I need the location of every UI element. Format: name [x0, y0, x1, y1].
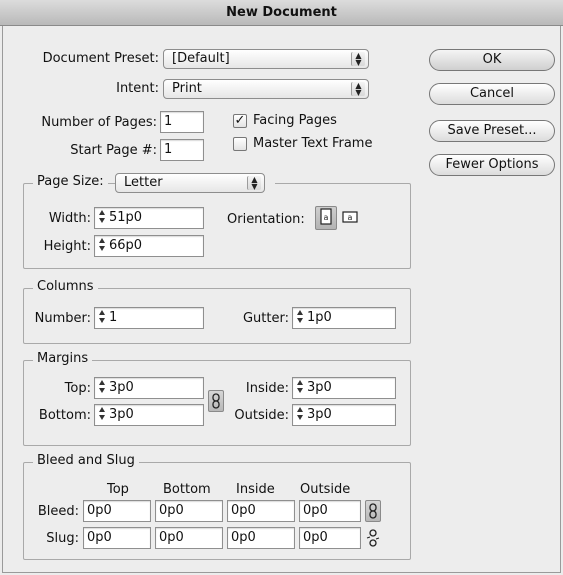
intent-value: Print — [172, 81, 202, 96]
landscape-orientation-icon[interactable]: a — [339, 206, 361, 230]
slug-label: Slug: — [46, 531, 79, 546]
margin-top-value: 3p0 — [109, 380, 134, 395]
start-page-label: Start Page #: — [70, 143, 157, 158]
margin-outside-field[interactable]: 3p0 — [292, 404, 396, 426]
width-label: Width: — [48, 211, 91, 226]
portrait-orientation-icon[interactable]: a — [315, 206, 337, 230]
margin-inside-label: Inside: — [245, 381, 289, 396]
bleed-top-field[interactable]: 0p0 — [83, 500, 151, 522]
stepper-arrows-icon[interactable] — [296, 406, 305, 422]
ok-button[interactable]: OK — [429, 49, 555, 71]
master-text-frame-label: Master Text Frame — [253, 136, 373, 151]
stepper-arrows-icon[interactable] — [98, 406, 107, 422]
columns-number-field[interactable]: 1 — [94, 307, 204, 329]
intent-select[interactable]: Print ▲ ▼ — [163, 79, 369, 99]
bleed-header-inside: Inside — [236, 482, 275, 497]
margin-inside-value: 3p0 — [307, 380, 332, 395]
bleed-header-outside: Outside — [300, 482, 351, 497]
svg-text:a: a — [324, 213, 329, 222]
width-field[interactable]: 51p0 — [94, 207, 204, 229]
margin-inside-field[interactable]: 3p0 — [292, 377, 396, 399]
dialog-body: Document Preset: [Default] ▲ ▼ Intent: Pr… — [2, 26, 561, 573]
page-size-value: Letter — [124, 175, 163, 190]
orientation-label: Orientation: — [227, 212, 305, 227]
height-value: 66p0 — [109, 238, 143, 253]
gutter-field[interactable]: 1p0 — [292, 307, 396, 329]
stepper-arrows-icon[interactable] — [98, 309, 107, 325]
bleed-header-top: Top — [107, 482, 129, 497]
bleed-slug-title: Bleed and Slug — [33, 453, 139, 468]
master-text-frame-checkbox[interactable] — [233, 137, 247, 151]
bleed-header-bottom: Bottom — [163, 482, 211, 497]
height-label: Height: — [43, 239, 91, 254]
page-size-select[interactable]: Letter ▲ ▼ — [115, 173, 265, 193]
cancel-button[interactable]: Cancel — [429, 83, 555, 105]
slug-top-field[interactable]: 0p0 — [83, 527, 151, 549]
margin-bottom-field[interactable]: 3p0 — [94, 404, 204, 426]
facing-pages-label: Facing Pages — [253, 113, 337, 128]
margin-top-field[interactable]: 3p0 — [94, 377, 204, 399]
margin-outside-label: Outside: — [234, 408, 289, 423]
number-of-pages-label: Number of Pages: — [41, 115, 157, 130]
window-title: New Document — [0, 0, 563, 26]
gutter-label: Gutter: — [242, 311, 289, 326]
stepper-arrows-icon[interactable] — [98, 209, 107, 225]
start-page-field[interactable]: 1 — [160, 139, 204, 161]
number-of-pages-field[interactable]: 1 — [160, 111, 204, 133]
save-preset-button[interactable]: Save Preset... — [429, 120, 555, 142]
slug-inside-field[interactable]: 0p0 — [227, 527, 295, 549]
bleed-label: Bleed: — [37, 504, 79, 519]
slug-bottom-field[interactable]: 0p0 — [155, 527, 223, 549]
bleed-bottom-field[interactable]: 0p0 — [155, 500, 223, 522]
stepper-arrows-icon[interactable] — [98, 379, 107, 395]
chain-broken-icon[interactable] — [365, 527, 381, 549]
margin-top-label: Top: — [64, 381, 91, 396]
intent-label: Intent: — [116, 81, 159, 96]
facing-pages-checkbox[interactable]: ✓ — [233, 114, 247, 128]
stepper-arrows-icon[interactable] — [98, 237, 107, 253]
margin-bottom-label: Bottom: — [38, 408, 91, 423]
chain-link-icon[interactable] — [208, 390, 224, 412]
preset-label: Document Preset: — [42, 51, 159, 66]
slug-outside-field[interactable]: 0p0 — [299, 527, 361, 549]
width-value: 51p0 — [109, 210, 143, 225]
height-field[interactable]: 66p0 — [94, 235, 204, 257]
page-size-label: Page Size: — [33, 174, 108, 189]
margins-title: Margins — [33, 351, 93, 366]
preset-select[interactable]: [Default] ▲ ▼ — [163, 49, 369, 69]
updown-arrows-icon: ▲ ▼ — [351, 82, 365, 97]
gutter-value: 1p0 — [307, 310, 332, 325]
bleed-outside-field[interactable]: 0p0 — [299, 500, 361, 522]
chain-link-icon[interactable] — [365, 500, 381, 522]
columns-title: Columns — [33, 279, 98, 294]
updown-arrows-icon: ▲ ▼ — [351, 52, 365, 67]
updown-arrows-icon: ▲ ▼ — [247, 176, 261, 191]
columns-number-label: Number: — [34, 311, 91, 326]
margin-outside-value: 3p0 — [307, 407, 332, 422]
preset-value: [Default] — [172, 51, 230, 66]
stepper-arrows-icon[interactable] — [296, 379, 305, 395]
stepper-arrows-icon[interactable] — [296, 309, 305, 325]
bleed-inside-field[interactable]: 0p0 — [227, 500, 295, 522]
columns-number-value: 1 — [109, 310, 118, 325]
margin-bottom-value: 3p0 — [109, 407, 134, 422]
svg-text:a: a — [348, 213, 353, 222]
fewer-options-button[interactable]: Fewer Options — [429, 154, 555, 176]
